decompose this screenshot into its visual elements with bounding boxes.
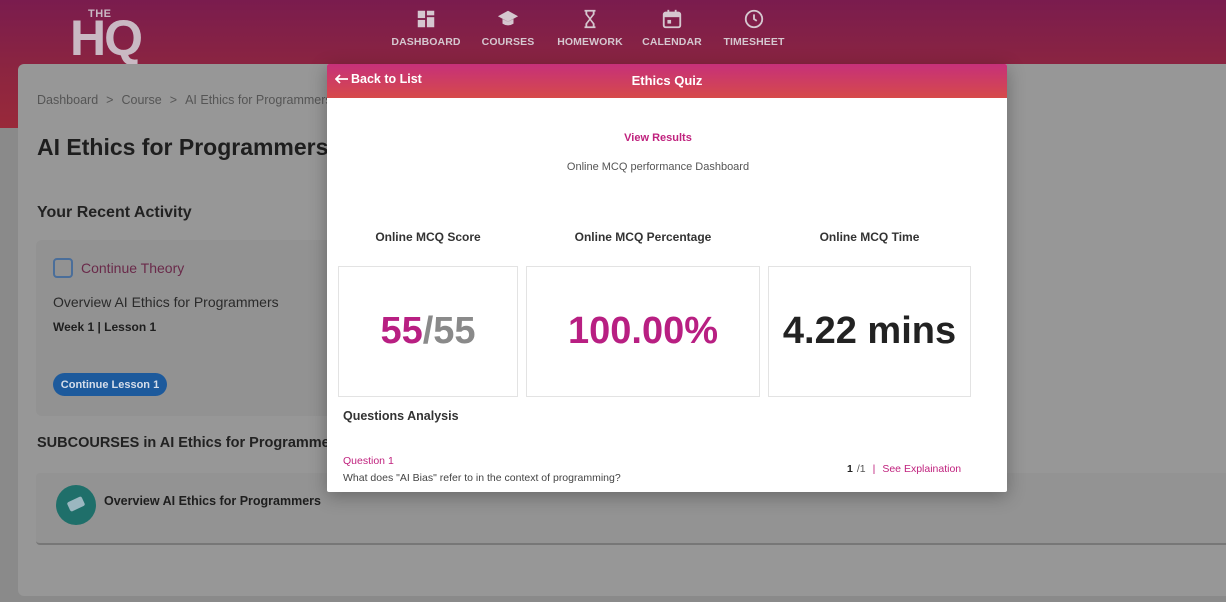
main-nav: DASHBOARD COURSES HOMEWORK CALENDAR TIME… [385, 8, 795, 48]
page-current: 1 [847, 463, 853, 475]
clock-icon [744, 9, 764, 29]
modal-header: Back to List Ethics Quiz [327, 64, 1007, 98]
percentage-box: 100.00% [526, 266, 760, 397]
score-value: 55 [380, 310, 423, 352]
nav-homework[interactable]: HOMEWORK [549, 8, 631, 48]
breadcrumb: Dashboard > Course > AI Ethics for Progr… [37, 93, 332, 107]
pager-separator: | [872, 463, 876, 475]
nav-timesheet[interactable]: TIMESHEET [713, 8, 795, 48]
question-number: Question 1 [343, 455, 394, 467]
dashboard-icon [417, 10, 435, 28]
time-label: Online MCQ Time [819, 230, 920, 244]
breadcrumb-current: AI Ethics for Programmers [185, 93, 332, 107]
nav-calendar-label: CALENDAR [642, 36, 702, 48]
subcourse-avatar [56, 485, 96, 525]
page-total: /1 [856, 463, 866, 475]
page-title: AI Ethics for Programmers [37, 134, 329, 160]
activity-overview: Overview AI Ethics for Programmers [53, 294, 279, 310]
percentage-value: 100.00% [567, 310, 718, 352]
question-pager: 1/1 | See Explaination [847, 463, 961, 475]
nav-calendar[interactable]: CALENDAR [631, 8, 713, 48]
logo-the: THE [88, 8, 112, 20]
subcourse-label[interactable]: Overview AI Ethics for Programmers [104, 494, 321, 508]
theory-icon [53, 258, 73, 278]
score-label: Online MCQ Score [375, 230, 481, 244]
nav-timesheet-label: TIMESHEET [723, 36, 785, 48]
score-total: /55 [422, 310, 476, 352]
questions-analysis-heading: Questions Analysis [343, 409, 459, 423]
breadcrumb-course[interactable]: Course [121, 93, 161, 107]
see-explanation-link[interactable]: See Explaination [882, 463, 961, 475]
nav-dashboard[interactable]: DASHBOARD [385, 8, 467, 48]
percentage-label: Online MCQ Percentage [574, 230, 712, 244]
dashboard-subtitle: Online MCQ performance Dashboard [566, 161, 750, 173]
app-logo[interactable]: HQ THE [70, 8, 170, 66]
breadcrumb-separator: > [169, 93, 178, 107]
continue-lesson-button[interactable]: Continue Lesson 1 [53, 373, 167, 396]
recent-activity-heading: Your Recent Activity [37, 204, 192, 221]
score-box: 55/55 [338, 266, 518, 397]
time-box: 4.22 mins [768, 266, 971, 397]
nav-courses[interactable]: COURSES [467, 8, 549, 48]
hourglass-icon [584, 9, 596, 29]
quiz-modal: Back to List Ethics Quiz View Results On… [327, 64, 1007, 492]
time-value: 4.22 mins [782, 310, 957, 352]
breadcrumb-separator: > [106, 93, 114, 107]
view-results-link[interactable]: View Results [327, 132, 989, 144]
nav-courses-label: COURSES [481, 36, 535, 48]
calendar-icon [662, 9, 682, 29]
nav-homework-label: HOMEWORK [557, 36, 623, 48]
activity-week-lesson: Week 1 | Lesson 1 [53, 320, 157, 334]
modal-title: Ethics Quiz [631, 73, 703, 88]
question-text: What does "AI Bias" refer to in the cont… [343, 472, 621, 484]
breadcrumb-dashboard[interactable]: Dashboard [37, 93, 98, 107]
nav-dashboard-label: DASHBOARD [391, 36, 461, 48]
continue-theory-label: Continue Theory [81, 260, 185, 276]
continue-theory-link[interactable]: Continue Theory [53, 258, 184, 278]
graduation-cap-icon [497, 10, 519, 26]
subcourses-heading: SUBCOURSES in AI Ethics for Programmers [37, 435, 344, 451]
